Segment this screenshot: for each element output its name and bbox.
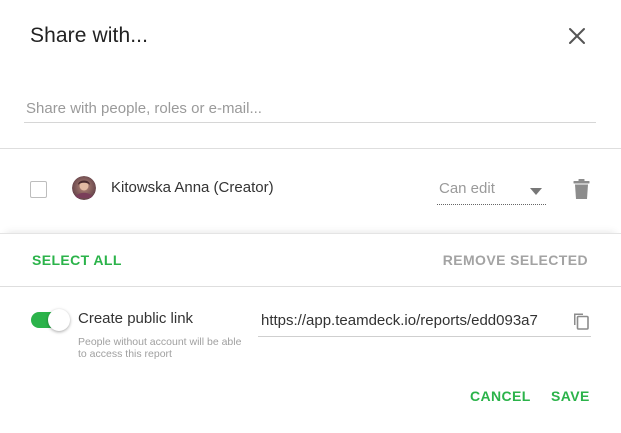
search-field	[24, 94, 596, 123]
cancel-button[interactable]: CANCEL	[470, 388, 531, 404]
member-name: Kitowska Anna (Creator)	[111, 179, 274, 196]
public-link-toggle[interactable]	[31, 309, 71, 331]
role-dropdown[interactable]: Can edit	[437, 177, 546, 205]
public-link-input[interactable]	[258, 306, 563, 335]
public-link-help-text: People without account will be able to a…	[78, 336, 242, 360]
public-link-field	[258, 306, 591, 337]
dialog-title: Share with...	[30, 24, 149, 47]
close-button[interactable]	[566, 25, 588, 47]
save-button[interactable]: SAVE	[551, 388, 590, 404]
divider	[0, 286, 621, 287]
remove-selected-button[interactable]: REMOVE SELECTED	[443, 252, 588, 268]
search-input[interactable]	[24, 94, 596, 122]
share-dialog: Share with... Share with people, roles o…	[0, 0, 621, 433]
delete-member-button[interactable]	[573, 179, 590, 199]
copy-icon	[574, 313, 589, 330]
user-avatar-icon	[72, 176, 96, 200]
copy-link-button[interactable]	[572, 312, 590, 330]
member-checkbox[interactable]	[30, 181, 47, 198]
select-all-button[interactable]: SELECT ALL	[32, 252, 122, 268]
bulk-actions-bar: SELECT ALL REMOVE SELECTED	[0, 233, 621, 287]
avatar	[72, 176, 96, 200]
public-link-label: Create public link	[78, 310, 194, 327]
toggle-thumb	[48, 309, 70, 331]
trash-icon	[573, 179, 590, 199]
member-row: Kitowska Anna (Creator) Can edit	[0, 149, 621, 233]
role-value: Can edit	[439, 180, 495, 197]
close-icon	[569, 28, 585, 44]
caret-down-icon	[530, 188, 542, 195]
